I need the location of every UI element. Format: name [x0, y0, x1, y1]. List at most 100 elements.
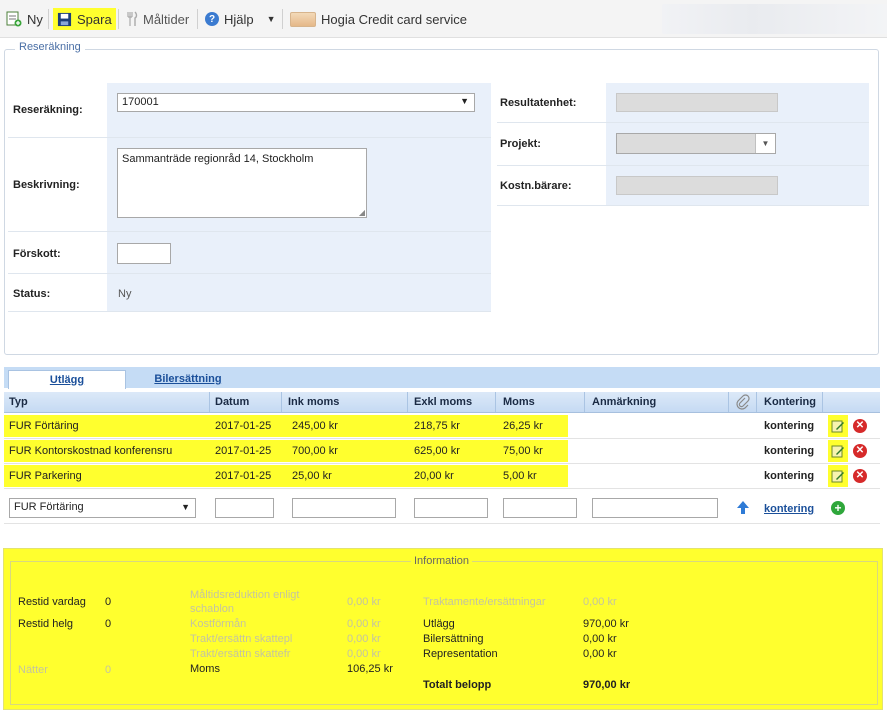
help-label: Hjälp: [224, 11, 254, 27]
row-divider: [497, 165, 869, 166]
credit-card-service-label: Hogia Credit card service: [321, 11, 467, 27]
dropdown-arrow-icon: ▼: [460, 96, 469, 106]
new-datum-input[interactable]: [215, 498, 274, 518]
cell-exkl-moms: 20,00 kr: [414, 470, 454, 482]
edit-icon[interactable]: [831, 469, 845, 483]
new-moms-input[interactable]: [503, 498, 577, 518]
cell-ink-moms: 25,00 kr: [292, 470, 332, 482]
edit-icon[interactable]: [831, 444, 845, 458]
column-header-ink-moms[interactable]: Ink moms: [288, 396, 339, 408]
kostforman-value: 0,00 kr: [347, 618, 381, 630]
representation-label: Representation: [423, 648, 498, 660]
moms-value: 106,25 kr: [347, 663, 393, 675]
beskrivning-label: Beskrivning:: [13, 179, 80, 191]
cell-moms: 75,00 kr: [503, 445, 543, 457]
forskott-input[interactable]: [117, 243, 171, 264]
column-header-moms[interactable]: Moms: [503, 396, 535, 408]
totalt-belopp-label: Totalt belopp: [423, 679, 492, 691]
reserakning-select[interactable]: 170001 ▼: [117, 93, 475, 112]
upload-arrow-icon[interactable]: [736, 500, 750, 515]
new-anmarkning-input[interactable]: [592, 498, 718, 518]
help-icon: ?: [205, 12, 219, 26]
cell-datum: 2017-01-25: [215, 470, 272, 482]
moms-label: Moms: [190, 663, 220, 675]
paperclip-icon: [736, 394, 750, 413]
cell-typ: FUR Parkering: [9, 470, 82, 482]
dropdown-arrow-icon[interactable]: ▼: [755, 134, 775, 153]
cell-datum: 2017-01-25: [215, 420, 272, 432]
tab-bilersattning[interactable]: Bilersättning: [144, 370, 232, 388]
add-row-icon[interactable]: +: [831, 501, 845, 515]
resultatenhet-field[interactable]: [616, 93, 778, 112]
delete-icon[interactable]: ✕: [853, 469, 867, 483]
maltidsreduktion-value: 0,00 kr: [347, 596, 381, 608]
bilersattning-label: Bilersättning: [423, 633, 484, 645]
traktamente-value: 0,00 kr: [583, 596, 617, 608]
new-document-icon: [6, 11, 22, 27]
status-cell: [107, 274, 491, 311]
utlagg-label: Utlägg: [423, 618, 455, 630]
column-divider: [209, 392, 210, 412]
bilersattning-value: 0,00 kr: [583, 633, 617, 645]
cell-kontering: kontering: [764, 445, 815, 457]
cell-ink-moms: 700,00 kr: [292, 445, 338, 457]
fieldset-legend: Reseräkning: [15, 41, 85, 53]
save-label: Spara: [77, 11, 112, 27]
resize-handle-icon: ◢: [358, 208, 365, 217]
help-menu[interactable]: ? Hjälp ▼: [205, 8, 276, 30]
new-ink-moms-input[interactable]: [292, 498, 396, 518]
toolbar: Ny Spara Måltider ? Hjälp ▼ Hogia Credit…: [0, 0, 887, 38]
delete-icon[interactable]: ✕: [853, 419, 867, 433]
information-legend: Information: [411, 555, 473, 567]
new-label: Ny: [27, 11, 43, 27]
restid-vardag-label: Restid vardag: [18, 596, 86, 608]
dropdown-arrow-icon: ▼: [266, 14, 276, 24]
column-header-exkl-moms[interactable]: Exkl moms: [414, 396, 472, 408]
utlagg-value: 970,00 kr: [583, 618, 629, 630]
column-header-kontering[interactable]: Kontering: [764, 396, 816, 408]
column-divider: [822, 392, 823, 412]
save-button[interactable]: Spara: [53, 8, 116, 30]
natter-label: Nätter: [18, 664, 48, 676]
row-divider: [497, 205, 869, 206]
beskrivning-textarea[interactable]: Sammanträde regionråd 14, Stockholm ◢: [117, 148, 367, 218]
restid-helg-value: 0: [105, 618, 112, 630]
kostn-field[interactable]: [616, 176, 778, 195]
reserakning-label: Reseräkning:: [13, 104, 83, 116]
row-divider: [497, 122, 869, 123]
credit-card-icon: [290, 11, 316, 27]
information-panel: Information Restid vardag 0 Restid helg …: [3, 548, 883, 710]
column-header-datum[interactable]: Datum: [215, 396, 249, 408]
delete-icon[interactable]: ✕: [853, 444, 867, 458]
trakt-skattepl-label: Trakt/ersättn skattepl: [190, 633, 293, 645]
new-typ-select[interactable]: FUR Förtäring ▼: [9, 498, 196, 518]
meals-button[interactable]: Måltider: [126, 8, 189, 30]
column-header-anmarkning[interactable]: Anmärkning: [592, 396, 656, 408]
new-exkl-moms-input[interactable]: [414, 498, 488, 518]
cell-kontering: kontering: [764, 470, 815, 482]
new-button[interactable]: Ny: [6, 8, 43, 30]
beskrivning-value: Sammanträde regionråd 14, Stockholm: [122, 153, 314, 165]
forskott-label: Förskott:: [13, 248, 61, 260]
kostforman-label: Kostförmån: [190, 618, 247, 630]
projekt-select[interactable]: ▼: [616, 133, 776, 154]
cell-moms: 5,00 kr: [503, 470, 537, 482]
cell-moms: 26,25 kr: [503, 420, 543, 432]
representation-value: 0,00 kr: [583, 648, 617, 660]
column-header-typ[interactable]: Typ: [9, 396, 28, 408]
kostn-label: Kostn.bärare:: [500, 180, 572, 192]
trakt-skattefr-value: 0,00 kr: [347, 648, 381, 660]
row-highlight: [4, 415, 568, 437]
reserakning-value: 170001: [122, 96, 159, 108]
table-header: Typ Datum Ink moms Exkl moms Moms Anmärk…: [4, 392, 880, 413]
credit-card-service-button[interactable]: Hogia Credit card service: [290, 8, 467, 30]
natter-value: 0: [105, 664, 112, 676]
new-kontering-link[interactable]: kontering: [764, 503, 814, 515]
row-highlight: [4, 465, 568, 487]
status-value: Ny: [118, 288, 132, 300]
restid-vardag-value: 0: [105, 596, 112, 608]
cell-kontering: kontering: [764, 420, 815, 432]
column-divider: [584, 392, 585, 412]
edit-icon[interactable]: [831, 419, 845, 433]
tab-utlagg[interactable]: Utlägg: [8, 370, 126, 389]
